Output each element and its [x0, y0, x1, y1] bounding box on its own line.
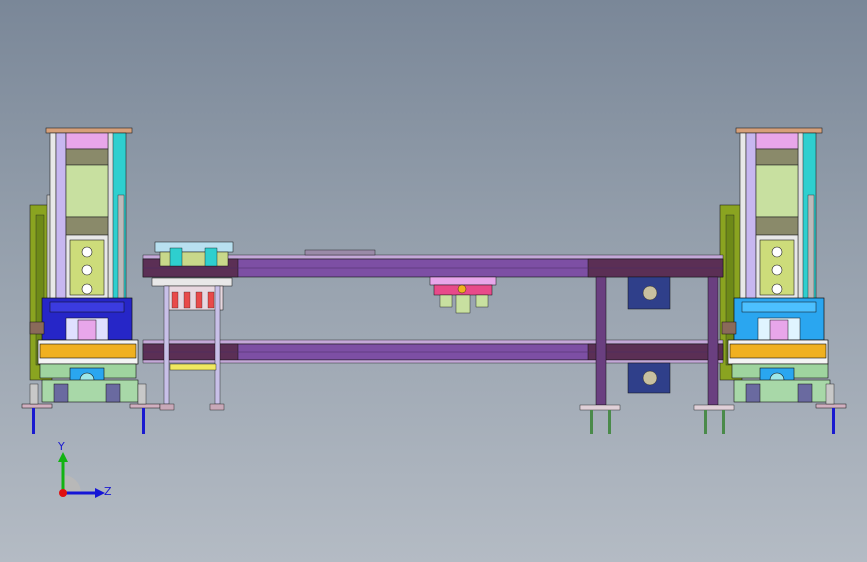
- machine-assembly-drawing[interactable]: [0, 0, 867, 562]
- z-axis-label: Z: [104, 485, 112, 498]
- orientation-triad[interactable]: Y Z: [45, 440, 125, 510]
- lower-beam[interactable]: [142, 339, 724, 364]
- triad-graphic: [58, 452, 105, 498]
- y-axis-label: Y: [58, 440, 65, 453]
- right-press-unit[interactable]: [719, 127, 847, 434]
- cad-graphics-area[interactable]: Y Z: [0, 0, 867, 562]
- upper-beam[interactable]: [142, 249, 724, 278]
- left-press-unit[interactable]: [21, 127, 161, 434]
- center-fixture[interactable]: [429, 276, 497, 314]
